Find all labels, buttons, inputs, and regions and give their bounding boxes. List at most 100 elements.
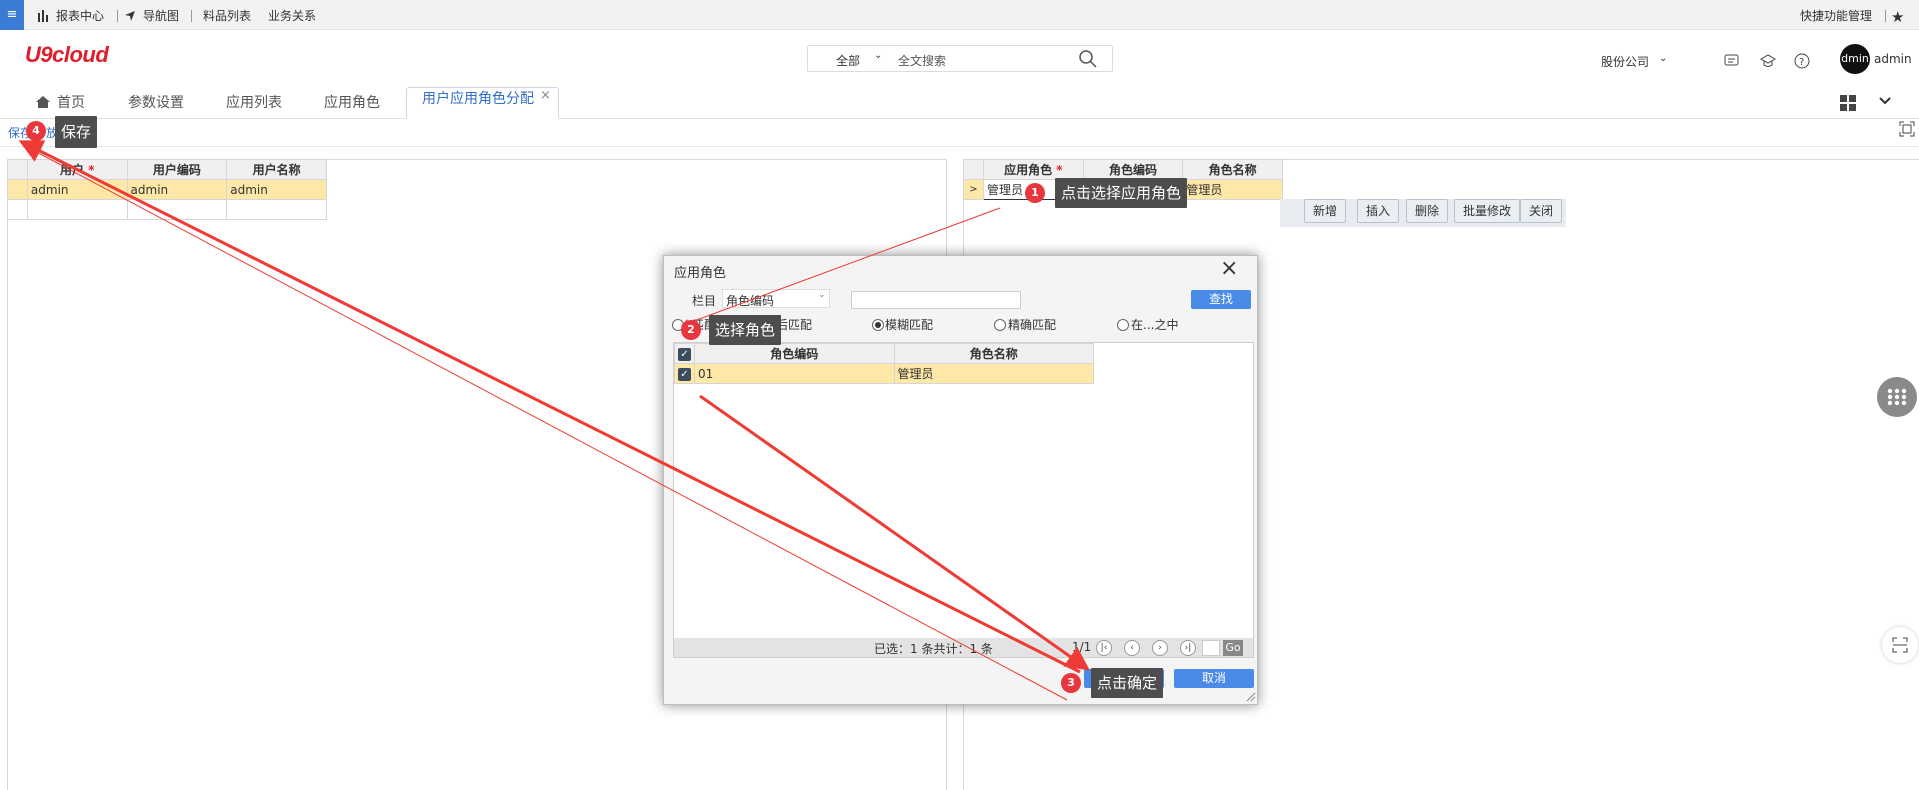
resize-handle-icon[interactable] [1244, 690, 1256, 705]
select-all-checkbox[interactable]: ✓ [674, 343, 695, 364]
row-checkbox[interactable]: ✓ [674, 363, 695, 384]
search-box[interactable]: 全部 ⌄ 全文搜索 [807, 45, 1113, 72]
column-app-role[interactable]: 应用角色 * [982, 159, 1084, 180]
menu-icon[interactable]: ≡ [0, 0, 24, 30]
dialog-title: 应用角色 [674, 266, 727, 281]
page-indicator: 1/1 [1072, 640, 1092, 654]
star-icon[interactable]: ★ [1891, 8, 1904, 26]
table-cell[interactable]: 01 [694, 363, 895, 384]
column-role-code[interactable]: 角色编码 [1082, 159, 1184, 180]
selection-summary: 已选：1 条共计：1 条 [874, 642, 993, 656]
nav-business-relation[interactable]: 业务关系 [268, 0, 316, 30]
radio-fuzzy-match[interactable] [872, 319, 884, 331]
row-indicator-header [7, 159, 28, 180]
nav-map[interactable]: 导航图 [143, 0, 179, 30]
chevron-down-icon[interactable]: ⌄ [818, 290, 826, 300]
tab-app-role[interactable]: 应用角色 [324, 88, 380, 119]
navigate-icon [124, 10, 136, 22]
nav-separator [191, 10, 192, 22]
annotation-tooltip-1: 点击选择应用角色 [1055, 178, 1188, 208]
search-input[interactable] [851, 291, 1021, 309]
learning-icon[interactable] [1759, 53, 1777, 72]
logo: U9cloud [25, 42, 109, 67]
table-cell[interactable]: 管理员 [1182, 179, 1283, 200]
chevron-down-icon[interactable]: ⌄ [874, 50, 882, 61]
report-icon [37, 10, 49, 22]
table-cell[interactable] [26, 199, 128, 220]
message-icon[interactable] [1724, 53, 1740, 72]
row-marker: > [963, 179, 984, 200]
column-user-name[interactable]: 用户名称 [226, 159, 327, 180]
company-select[interactable]: 股份公司 [1601, 53, 1649, 70]
field-select[interactable]: 角色编码 ⌄ [722, 289, 830, 308]
insert-button[interactable]: 插入 [1357, 199, 1400, 223]
annotation-tooltip-4: 保存 [55, 116, 98, 148]
table-cell[interactable]: 管理员 [893, 363, 1094, 384]
column-role-name[interactable]: 角色名称 [893, 343, 1094, 364]
column-role-name[interactable]: 角色名称 [1182, 159, 1283, 180]
radio-label: 后匹配 [776, 318, 813, 332]
table-row[interactable]: ✓ 01 管理员 [674, 363, 1094, 384]
apps-launcher-icon[interactable] [1877, 377, 1917, 417]
table-row[interactable]: admin admin admin [7, 179, 327, 200]
search-scope[interactable]: 全部 [836, 52, 860, 69]
chevron-down-icon[interactable] [1878, 95, 1892, 109]
chevron-down-icon[interactable]: ⌄ [1659, 53, 1667, 64]
tab-home[interactable]: 首页 [57, 88, 85, 119]
row-indicator [7, 179, 28, 200]
search-input[interactable]: 全文搜索 [898, 52, 946, 69]
add-button[interactable]: 新增 [1304, 199, 1347, 223]
find-button[interactable]: 查找 [1191, 290, 1251, 309]
svg-text:?: ? [1799, 57, 1804, 68]
cancel-button[interactable]: 取消 [1174, 669, 1254, 688]
prev-page-icon[interactable]: ‹ [1124, 640, 1140, 656]
search-icon[interactable] [1078, 49, 1098, 72]
home-icon [35, 95, 51, 112]
tab-label: 用户应用角色分配 [422, 91, 534, 107]
close-icon[interactable]: × [540, 88, 551, 103]
grid-icon[interactable] [1840, 95, 1856, 114]
radio-exact-match[interactable] [994, 319, 1006, 331]
radio-in-range[interactable] [1117, 319, 1129, 331]
table-cell[interactable] [226, 199, 327, 220]
table-cell[interactable]: admin [126, 179, 228, 200]
scan-icon[interactable] [1882, 627, 1918, 663]
table-cell[interactable]: admin [226, 179, 327, 200]
nav-report-center[interactable]: 报表中心 [56, 0, 104, 30]
toolbar [0, 119, 1919, 147]
step-badge-2: 2 [681, 320, 701, 340]
annotation-tooltip-2: 选择角色 [709, 315, 782, 345]
radio-label: 模糊匹配 [885, 318, 934, 332]
nav-separator [1885, 10, 1886, 22]
last-page-icon[interactable]: ›| [1180, 640, 1196, 656]
go-button[interactable]: Go [1223, 640, 1243, 656]
step-badge-3: 3 [1061, 673, 1081, 693]
radio-label: 在...之中 [1131, 318, 1179, 332]
user-name[interactable]: admin [1874, 52, 1912, 66]
first-page-icon[interactable]: |‹ [1096, 640, 1112, 656]
row-indicator-header [963, 159, 984, 180]
avatar[interactable]: dmin [1840, 44, 1870, 74]
column-role-code[interactable]: 角色编码 [694, 343, 895, 364]
row-indicator [7, 199, 28, 220]
next-page-icon[interactable]: › [1152, 640, 1168, 656]
page-input[interactable] [1202, 640, 1220, 656]
close-icon[interactable]: × [1220, 256, 1238, 281]
batch-edit-button[interactable]: 批量修改 [1454, 199, 1521, 223]
table-row[interactable] [7, 199, 327, 220]
table-cell[interactable]: admin [26, 179, 128, 200]
quick-function-manage[interactable]: 快捷功能管理 [1800, 0, 1872, 30]
column-user[interactable]: 用户 * [26, 159, 128, 180]
fullscreen-icon[interactable] [1899, 121, 1915, 140]
column-user-code[interactable]: 用户编码 [126, 159, 228, 180]
close-button[interactable]: 关闭 [1520, 199, 1563, 223]
help-icon[interactable]: ? [1794, 53, 1810, 72]
delete-button[interactable]: 删除 [1406, 199, 1449, 223]
tab-user-role-assign[interactable]: 用户应用角色分配 × [406, 87, 559, 119]
table-cell[interactable] [126, 199, 228, 220]
tab-app-list[interactable]: 应用列表 [226, 88, 282, 119]
role-result-grid: ✓ 角色编码 角色名称 ✓ 01 管理员 [674, 343, 1094, 384]
tab-params[interactable]: 参数设置 [128, 88, 184, 119]
nav-separator [117, 10, 118, 22]
nav-item-list[interactable]: 料品列表 [203, 0, 251, 30]
